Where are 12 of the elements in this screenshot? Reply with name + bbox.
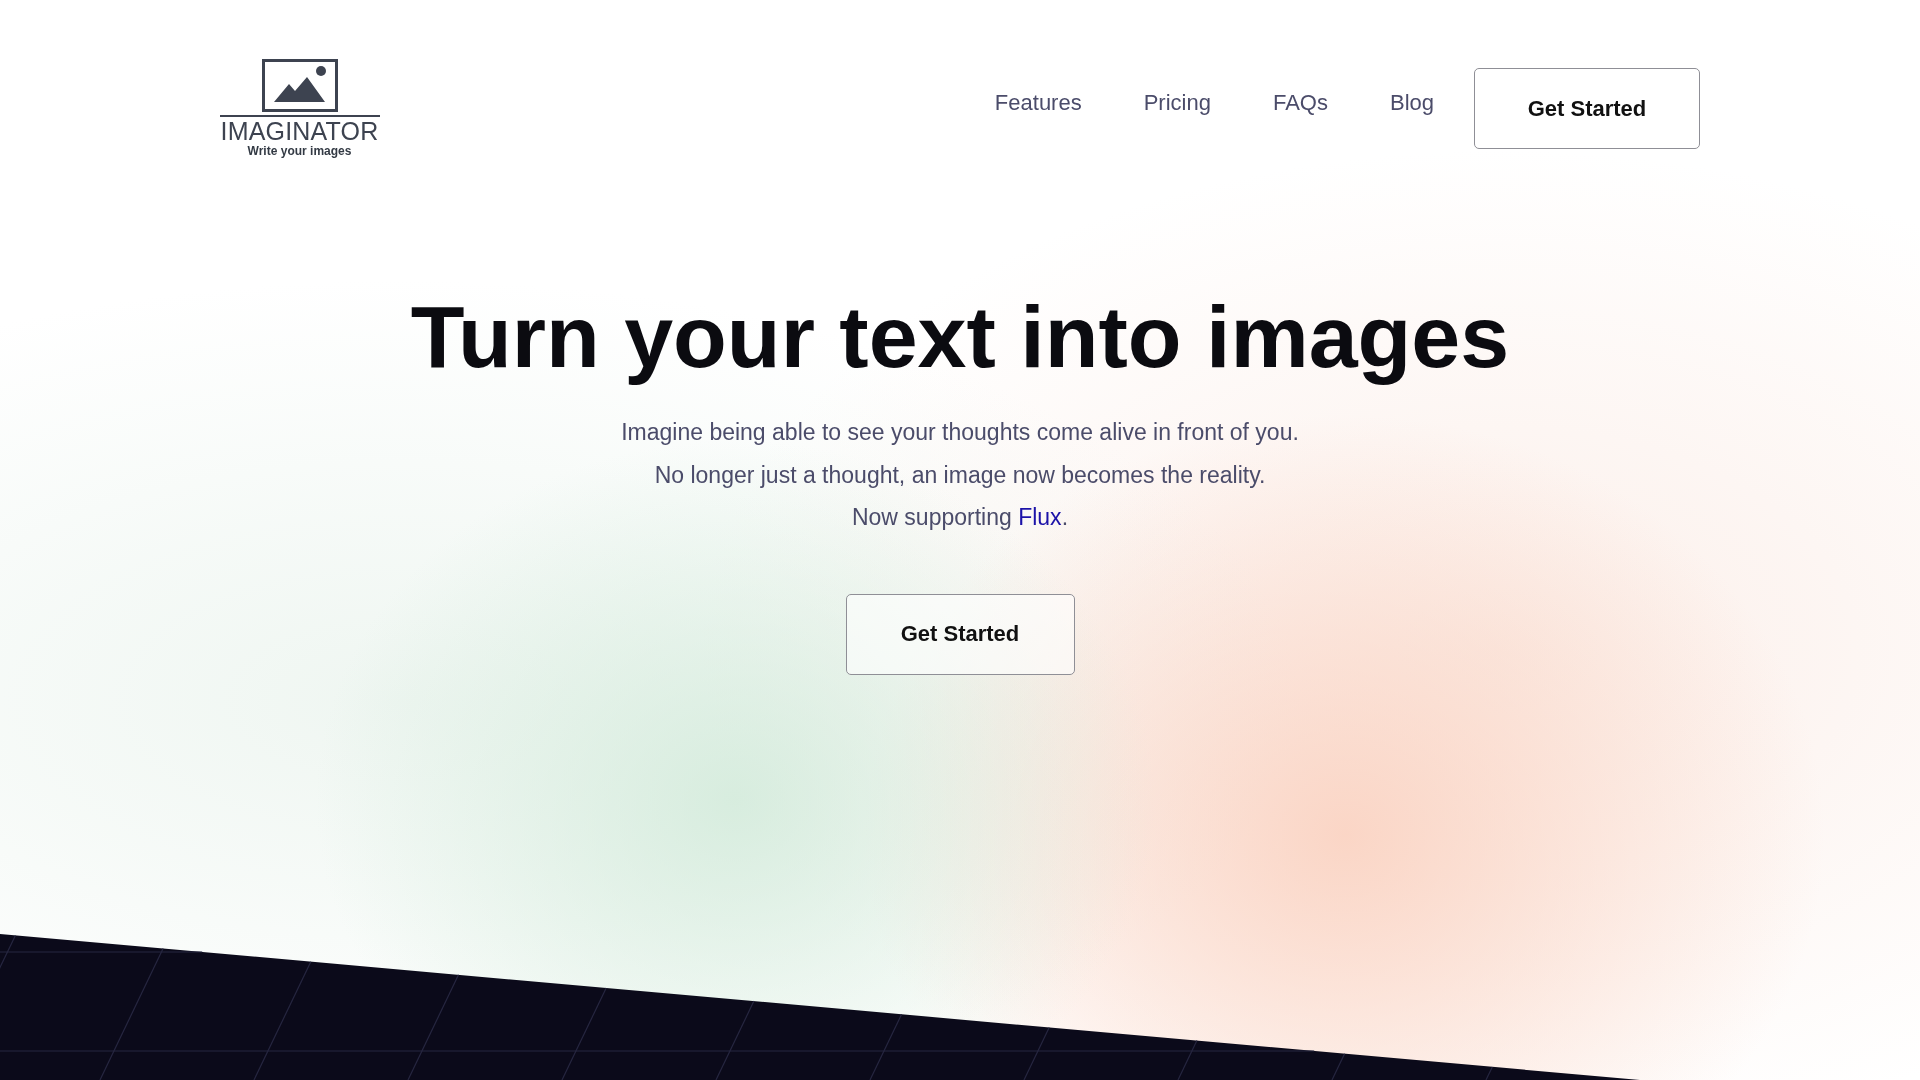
hero-description: Imagine being able to see your thoughts come alive in front of you. No longer just a thought, an image now becomes the reality. Now supporting Flux. bbox=[621, 418, 1299, 532]
nav-link[interactable]: Blog bbox=[1389, 89, 1434, 128]
nav-link[interactable]: Features bbox=[994, 89, 1082, 128]
nav-link[interactable]: FAQs bbox=[1272, 89, 1328, 128]
get-started-button[interactable]: Get Started bbox=[1474, 68, 1700, 149]
nav-link[interactable]: Pricing bbox=[1143, 89, 1211, 128]
flux-link[interactable]: Flux bbox=[1018, 504, 1062, 530]
logo-picture-icon bbox=[261, 59, 338, 112]
get-started-button[interactable]: Get Started bbox=[845, 593, 1075, 675]
brand-name: IMAGINATOR bbox=[220, 119, 379, 143]
brand-tagline: Write your images bbox=[247, 144, 352, 158]
hero-heading: Turn your text into images bbox=[410, 288, 1510, 385]
